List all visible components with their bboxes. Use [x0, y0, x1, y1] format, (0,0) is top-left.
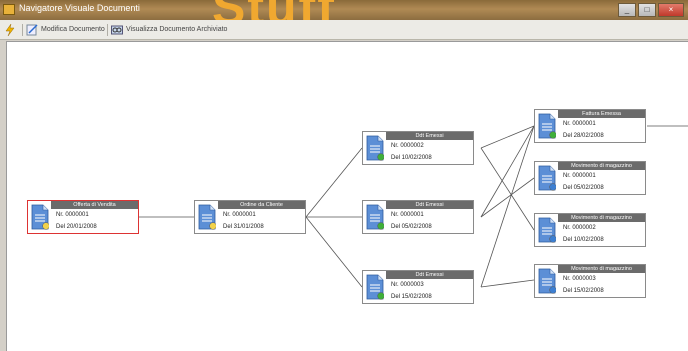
- edit-icon: [26, 23, 38, 35]
- node-number: Nr. 0000001: [563, 173, 596, 179]
- document-icon: [538, 165, 556, 191]
- modify-document-button[interactable]: Modifica Documento: [26, 22, 105, 37]
- link-ddt2-mov2: [480, 147, 535, 231]
- maximize-button[interactable]: □: [638, 3, 656, 17]
- link-ddt1-invoice: [480, 125, 535, 218]
- archive-view-icon: [111, 25, 123, 34]
- node-date: Del 31/01/2008: [223, 224, 264, 230]
- node-date: Del 28/02/2008: [563, 133, 604, 139]
- node-date: Del 10/02/2008: [391, 155, 432, 161]
- connection-lines: [139, 125, 688, 288]
- view-archived-label: Visualizza Documento Archiviato: [126, 26, 228, 33]
- node-number: Nr. 0000001: [223, 212, 256, 218]
- toolbar: Modifica Documento Visualizza Documento …: [0, 20, 688, 40]
- node-movimento-0000002[interactable]: Movimento di magazzino Nr. 0000002 Del 10/…: [534, 213, 646, 247]
- node-date: Del 15/02/2008: [391, 294, 432, 300]
- link-ddt3-mov3: [480, 279, 535, 288]
- status-badge-icon: [377, 292, 384, 300]
- overlay-text: Stuff: [212, 0, 336, 20]
- status-badge-icon: [42, 222, 49, 230]
- node-header: Fattura Emessa: [558, 110, 645, 118]
- document-icon: [198, 204, 216, 230]
- link-ddt3-invoice: [480, 125, 535, 288]
- node-header: Ddt Emessi: [386, 132, 473, 140]
- close-button[interactable]: ×: [658, 3, 684, 17]
- title-bar: Navigatore Visuale Documenti Stuff _ □ ×: [0, 0, 688, 20]
- document-icon: [31, 204, 49, 230]
- node-date: Del 10/02/2008: [563, 237, 604, 243]
- node-header: Ddt Emessi: [386, 271, 473, 279]
- node-header: Movimento di magazzino: [558, 214, 645, 222]
- link-order-ddt2: [305, 147, 363, 218]
- node-header: Ordine da Cliente: [218, 201, 305, 209]
- status-badge-icon: [377, 222, 384, 230]
- status-badge-icon: [209, 222, 216, 230]
- node-date: Del 05/02/2008: [391, 224, 432, 230]
- modify-document-label: Modifica Documento: [41, 26, 105, 33]
- node-fattura-emessa[interactable]: Fattura Emessa Nr. 0000001 Del 28/02/2008: [534, 109, 646, 143]
- node-ddt-0000001[interactable]: Ddt Emessi Nr. 0000001 Del 05/02/2008: [362, 200, 474, 234]
- window-title: Navigatore Visuale Documenti: [19, 3, 140, 13]
- node-ddt-0000003[interactable]: Ddt Emessi Nr. 0000003 Del 15/02/2008: [362, 270, 474, 304]
- node-number: Nr. 0000003: [391, 282, 424, 288]
- node-header: Ddt Emessi: [386, 201, 473, 209]
- document-icon: [366, 204, 384, 230]
- node-movimento-0000001[interactable]: Movimento di magazzino Nr. 0000001 Del 05/…: [534, 161, 646, 195]
- lightning-icon: [5, 23, 15, 36]
- document-graph-canvas: Offerta di Vendita Nr. 0000001 Del 20/01/2…: [6, 41, 688, 351]
- status-badge-icon: [549, 235, 556, 243]
- node-movimento-0000003[interactable]: Movimento di magazzino Nr. 0000003 Del 15/…: [534, 264, 646, 298]
- node-number: Nr. 0000001: [56, 212, 89, 218]
- node-number: Nr. 0000001: [563, 121, 596, 127]
- status-badge-icon: [549, 286, 556, 294]
- status-badge-icon: [549, 131, 556, 139]
- link-order-ddt3: [305, 216, 363, 288]
- view-archived-button[interactable]: Visualizza Documento Archiviato: [111, 22, 227, 37]
- document-icon: [538, 113, 556, 139]
- document-icon: [366, 135, 384, 161]
- node-number: Nr. 0000002: [391, 143, 424, 149]
- link-ddt2-invoice: [480, 125, 535, 149]
- lightning-button[interactable]: [4, 22, 19, 37]
- node-date: Del 20/01/2008: [56, 224, 97, 230]
- app-icon: [3, 4, 15, 15]
- link-ddt1-mov1: [480, 177, 535, 218]
- status-badge-icon: [549, 183, 556, 191]
- node-number: Nr. 0000002: [563, 225, 596, 231]
- node-header: Movimento di magazzino: [558, 162, 645, 170]
- node-number: Nr. 0000001: [391, 212, 424, 218]
- document-icon: [538, 217, 556, 243]
- node-number: Nr. 0000003: [563, 276, 596, 282]
- node-ddt-0000002[interactable]: Ddt Emessi Nr. 0000002 Del 10/02/2008: [362, 131, 474, 165]
- node-ordine-cliente[interactable]: Ordine da Cliente Nr. 0000001 Del 31/01/20…: [194, 200, 306, 234]
- document-icon: [538, 268, 556, 294]
- document-icon: [366, 274, 384, 300]
- node-date: Del 05/02/2008: [563, 185, 604, 191]
- minimize-button[interactable]: _: [618, 3, 636, 17]
- node-date: Del 15/02/2008: [563, 288, 604, 294]
- node-header: Movimento di magazzino: [558, 265, 645, 273]
- node-header: Offerta di Vendita: [51, 201, 138, 209]
- node-offerta-vendita[interactable]: Offerta di Vendita Nr. 0000001 Del 20/01/2…: [27, 200, 139, 234]
- status-badge-icon: [377, 153, 384, 161]
